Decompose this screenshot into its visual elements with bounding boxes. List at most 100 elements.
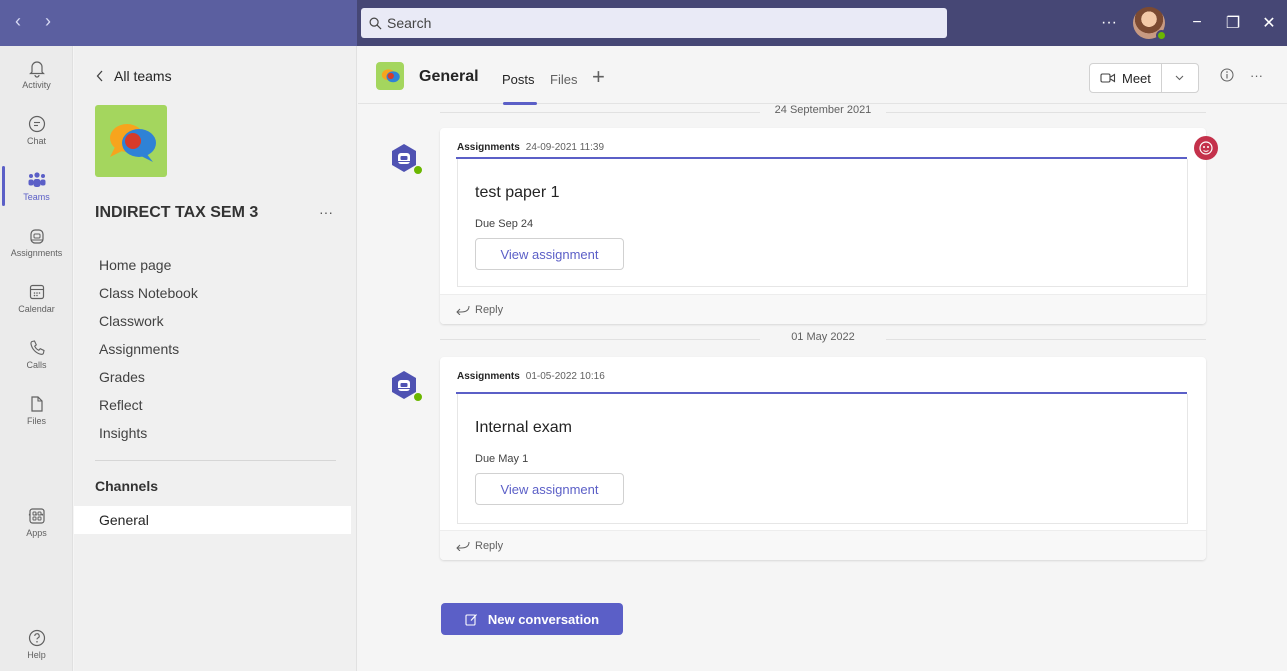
rail-item-teams[interactable]: Teams: [0, 160, 73, 212]
all-teams-link[interactable]: All teams: [96, 68, 172, 84]
search-input[interactable]: Search: [361, 8, 947, 38]
back-arrow-icon[interactable]: ‹: [10, 11, 26, 32]
rail-label: Calendar: [18, 304, 55, 314]
channel-team-icon: [376, 62, 404, 90]
assignments-bot-avatar[interactable]: [388, 142, 423, 175]
view-assignment-button[interactable]: View assignment: [475, 238, 624, 270]
meet-now-button[interactable]: Meet: [1090, 64, 1162, 92]
channels-heading: Channels: [95, 478, 159, 494]
post-author: Assignments: [457, 371, 520, 382]
video-camera-icon: [1100, 73, 1116, 83]
rail-label: Calls: [26, 360, 47, 370]
assignment-card: test paper 1 Due Sep 24 View assignment: [457, 159, 1188, 287]
post-card: Assignments 24-09-2021 11:39 test paper 1…: [440, 128, 1206, 324]
phone-icon: [29, 340, 45, 355]
team-panel: All teams INDIRECT TAX SEM 3 ··· Home pa…: [74, 46, 357, 671]
rail-item-files[interactable]: Files: [0, 384, 73, 436]
rail-label: Files: [26, 416, 46, 426]
restore-icon[interactable]: ❐: [1215, 13, 1251, 33]
rail-item-calls[interactable]: Calls: [0, 328, 73, 380]
team-link-classwork[interactable]: Classwork: [99, 310, 198, 338]
rail-label: Activity: [22, 80, 51, 90]
file-icon: [30, 396, 43, 412]
assignment-card: Internal exam Due May 1 View assignment: [457, 394, 1188, 524]
help-icon: [28, 629, 45, 647]
channel-header: General Posts Files + Meet ···: [358, 46, 1287, 105]
assignments-icon: [29, 229, 44, 244]
team-more-options-icon[interactable]: ···: [319, 204, 333, 220]
info-icon[interactable]: [1220, 68, 1234, 82]
rail-item-help[interactable]: Help: [0, 618, 73, 670]
channel-more-options-icon[interactable]: ···: [1250, 68, 1263, 83]
rail-item-chat[interactable]: Chat: [0, 104, 73, 156]
rail-item-assignments[interactable]: Assignments: [0, 216, 73, 268]
posts-feed: 24 September 2021 Assignments 24-09-2021 …: [358, 104, 1287, 671]
divider: [95, 460, 336, 461]
search-icon: [369, 17, 382, 29]
rail-label: Chat: [26, 136, 46, 146]
compose-icon: [465, 613, 477, 626]
chat-bubbles-logo-icon: [381, 69, 400, 83]
assignment-title: test paper 1: [475, 184, 560, 201]
apps-icon: [28, 508, 45, 524]
date-separator: 24 September 2021: [440, 104, 1206, 120]
search-placeholder: Search: [387, 15, 432, 31]
avatar[interactable]: [1133, 7, 1167, 41]
presence-available-icon: [413, 392, 423, 402]
team-link-grades[interactable]: Grades: [99, 366, 198, 394]
assignment-due-date: Due Sep 24: [475, 218, 534, 230]
team-link-class-notebook[interactable]: Class Notebook: [99, 282, 198, 310]
view-assignment-button[interactable]: View assignment: [475, 473, 624, 505]
rail-label: Teams: [23, 192, 50, 202]
team-link-home-page[interactable]: Home page: [99, 254, 198, 282]
chevron-left-icon: [96, 70, 103, 82]
assignments-bot-avatar[interactable]: [388, 369, 423, 402]
reply-arrow-icon: [456, 305, 470, 315]
app-rail: Activity Chat Teams Assignments Calendar…: [0, 46, 73, 671]
rail-item-apps[interactable]: Apps: [0, 496, 73, 548]
team-link-insights[interactable]: Insights: [99, 422, 198, 450]
post-meta: Assignments 01-05-2022 10:16: [457, 371, 605, 382]
post-card: Assignments 01-05-2022 10:16 Internal exa…: [440, 357, 1206, 560]
post-author: Assignments: [457, 142, 520, 153]
team-link-assignments[interactable]: Assignments: [99, 338, 198, 366]
meet-button[interactable]: Meet: [1089, 63, 1199, 93]
reply-button[interactable]: Reply: [440, 530, 1206, 560]
rail-label: Assignments: [10, 248, 63, 258]
rail-item-activity[interactable]: Activity: [0, 48, 73, 100]
all-teams-label: All teams: [114, 68, 172, 84]
date-separator: 01 May 2022: [440, 331, 1206, 347]
reaction-badge-icon[interactable]: [1194, 136, 1218, 160]
post-timestamp: 24-09-2021 11:39: [525, 142, 605, 153]
tab-posts[interactable]: Posts: [502, 72, 535, 87]
post-meta: Assignments 24-09-2021 11:39: [457, 142, 604, 153]
chevron-down-icon[interactable]: [1162, 73, 1198, 84]
meet-label: Meet: [1122, 70, 1151, 86]
close-icon[interactable]: ✕: [1251, 13, 1287, 33]
add-tab-icon[interactable]: +: [592, 64, 605, 90]
more-options-icon[interactable]: ···: [1091, 14, 1127, 32]
history-nav: ‹ ›: [10, 11, 56, 32]
tab-files[interactable]: Files: [550, 72, 577, 87]
chat-icon: [28, 115, 45, 133]
bell-icon: [28, 61, 45, 78]
team-link-reflect[interactable]: Reflect: [99, 394, 198, 422]
rail-item-calendar[interactable]: Calendar: [0, 272, 73, 324]
reply-label: Reply: [475, 303, 504, 316]
rail-label: Apps: [26, 528, 47, 538]
minimize-icon[interactable]: −: [1179, 14, 1215, 32]
team-logo: [95, 105, 167, 177]
team-name: INDIRECT TAX SEM 3: [95, 204, 259, 221]
team-nav-links: Home page Class Notebook Classwork Assig…: [99, 254, 198, 450]
window-controls: ··· − ❐ ✕: [1091, 0, 1287, 46]
channel-item-general[interactable]: General: [74, 506, 351, 534]
forward-arrow-icon[interactable]: ›: [40, 11, 56, 32]
title-bar: ‹ › Search ··· − ❐ ✕: [0, 0, 1287, 46]
new-conversation-label: New conversation: [487, 611, 600, 627]
reply-button[interactable]: Reply: [440, 294, 1206, 324]
new-conversation-button[interactable]: New conversation: [441, 603, 623, 635]
teams-icon: [28, 172, 45, 187]
rail-label: Help: [27, 650, 46, 660]
reply-label: Reply: [475, 539, 504, 552]
calendar-icon: [29, 284, 44, 300]
